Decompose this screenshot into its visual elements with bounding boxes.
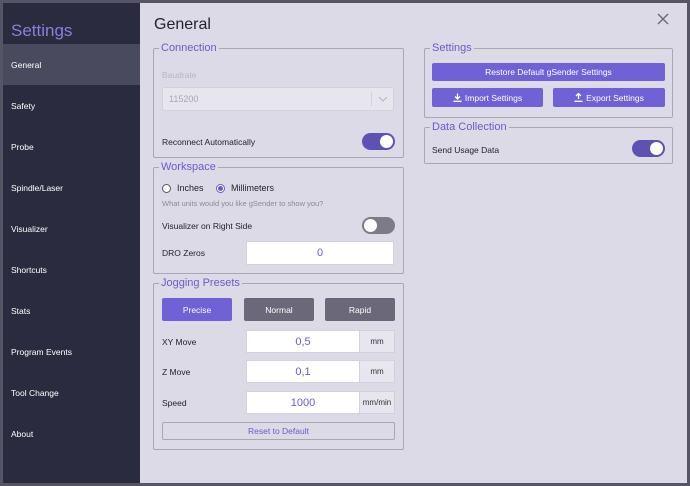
sidebar-item-visualizer[interactable]: Visualizer bbox=[3, 208, 140, 249]
baudrate-value: 115200 bbox=[169, 94, 199, 104]
jogging-legend: Jogging Presets bbox=[161, 277, 240, 289]
xy-move-input[interactable]: 0,5 bbox=[246, 330, 360, 353]
dro-zeros-input[interactable]: 0 bbox=[246, 241, 394, 265]
sidebar-item-spindle-laser[interactable]: Spindle/Laser bbox=[3, 167, 140, 208]
usage-data-toggle[interactable] bbox=[632, 140, 665, 157]
sidebar-item-about[interactable]: About bbox=[3, 413, 140, 454]
z-move-input[interactable]: 0,1 bbox=[246, 360, 360, 383]
speed-unit: mm/min bbox=[360, 391, 395, 414]
sidebar-item-shortcuts[interactable]: Shortcuts bbox=[3, 249, 140, 290]
settings-legend: Settings bbox=[432, 42, 472, 54]
preset-normal-button[interactable]: Normal bbox=[244, 298, 314, 321]
usage-data-label: Send Usage Data bbox=[432, 145, 500, 155]
speed-input[interactable]: 1000 bbox=[246, 391, 360, 414]
page-title: General bbox=[154, 16, 211, 33]
reconnect-toggle[interactable] bbox=[362, 133, 395, 150]
dro-zeros-label: DRO Zeros bbox=[162, 248, 205, 258]
z-move-label: Z Move bbox=[162, 367, 191, 377]
sidebar-item-tool-change[interactable]: Tool Change bbox=[3, 372, 140, 413]
preset-rapid-button[interactable]: Rapid bbox=[325, 298, 395, 321]
close-icon bbox=[657, 13, 669, 25]
sidebar-item-general[interactable]: General bbox=[3, 44, 140, 85]
visualizer-right-toggle[interactable] bbox=[362, 217, 395, 234]
import-settings-button[interactable]: Import Settings bbox=[432, 88, 543, 107]
visualizer-right-label: Visualizer on Right Side bbox=[162, 221, 253, 231]
millimeters-radio[interactable] bbox=[216, 184, 225, 193]
speed-label: Speed bbox=[162, 398, 187, 408]
units-hint: What units would you like gSender to sho… bbox=[162, 199, 324, 208]
close-button[interactable] bbox=[655, 11, 671, 27]
sidebar: Settings General Safety Probe Spindle/La… bbox=[3, 3, 140, 483]
sidebar-item-safety[interactable]: Safety bbox=[3, 85, 140, 126]
export-settings-label: Export Settings bbox=[586, 92, 644, 103]
workspace-legend: Workspace bbox=[161, 161, 216, 173]
millimeters-label: Millimeters bbox=[231, 183, 275, 193]
chevron-down-icon bbox=[371, 92, 393, 106]
xy-move-unit: mm bbox=[360, 330, 395, 353]
restore-defaults-button[interactable]: Restore Default gSender Settings bbox=[432, 63, 665, 81]
export-settings-button[interactable]: Export Settings bbox=[553, 88, 665, 107]
main-panel: General Connection Baudrate 115200 Recon… bbox=[140, 3, 687, 483]
data-collection-legend: Data Collection bbox=[432, 121, 507, 133]
upload-icon bbox=[574, 93, 583, 102]
z-move-unit: mm bbox=[360, 360, 395, 383]
xy-move-label: XY Move bbox=[162, 337, 197, 347]
connection-legend: Connection bbox=[161, 42, 217, 54]
sidebar-title: Settings bbox=[11, 21, 73, 40]
inches-label: Inches bbox=[177, 183, 204, 193]
window-frame: Settings General Safety Probe Spindle/La… bbox=[0, 0, 690, 486]
baudrate-select[interactable]: 115200 bbox=[162, 87, 394, 111]
preset-precise-button[interactable]: Precise bbox=[162, 298, 232, 321]
sidebar-item-program-events[interactable]: Program Events bbox=[3, 331, 140, 372]
inches-radio[interactable] bbox=[162, 184, 171, 193]
import-settings-label: Import Settings bbox=[464, 92, 523, 103]
reconnect-label: Reconnect Automatically bbox=[162, 137, 256, 147]
reset-default-button[interactable]: Reset to Default bbox=[162, 422, 395, 440]
sidebar-item-stats[interactable]: Stats bbox=[3, 290, 140, 331]
baudrate-label: Baudrate bbox=[162, 70, 197, 80]
sidebar-item-probe[interactable]: Probe bbox=[3, 126, 140, 167]
download-icon bbox=[453, 93, 462, 102]
